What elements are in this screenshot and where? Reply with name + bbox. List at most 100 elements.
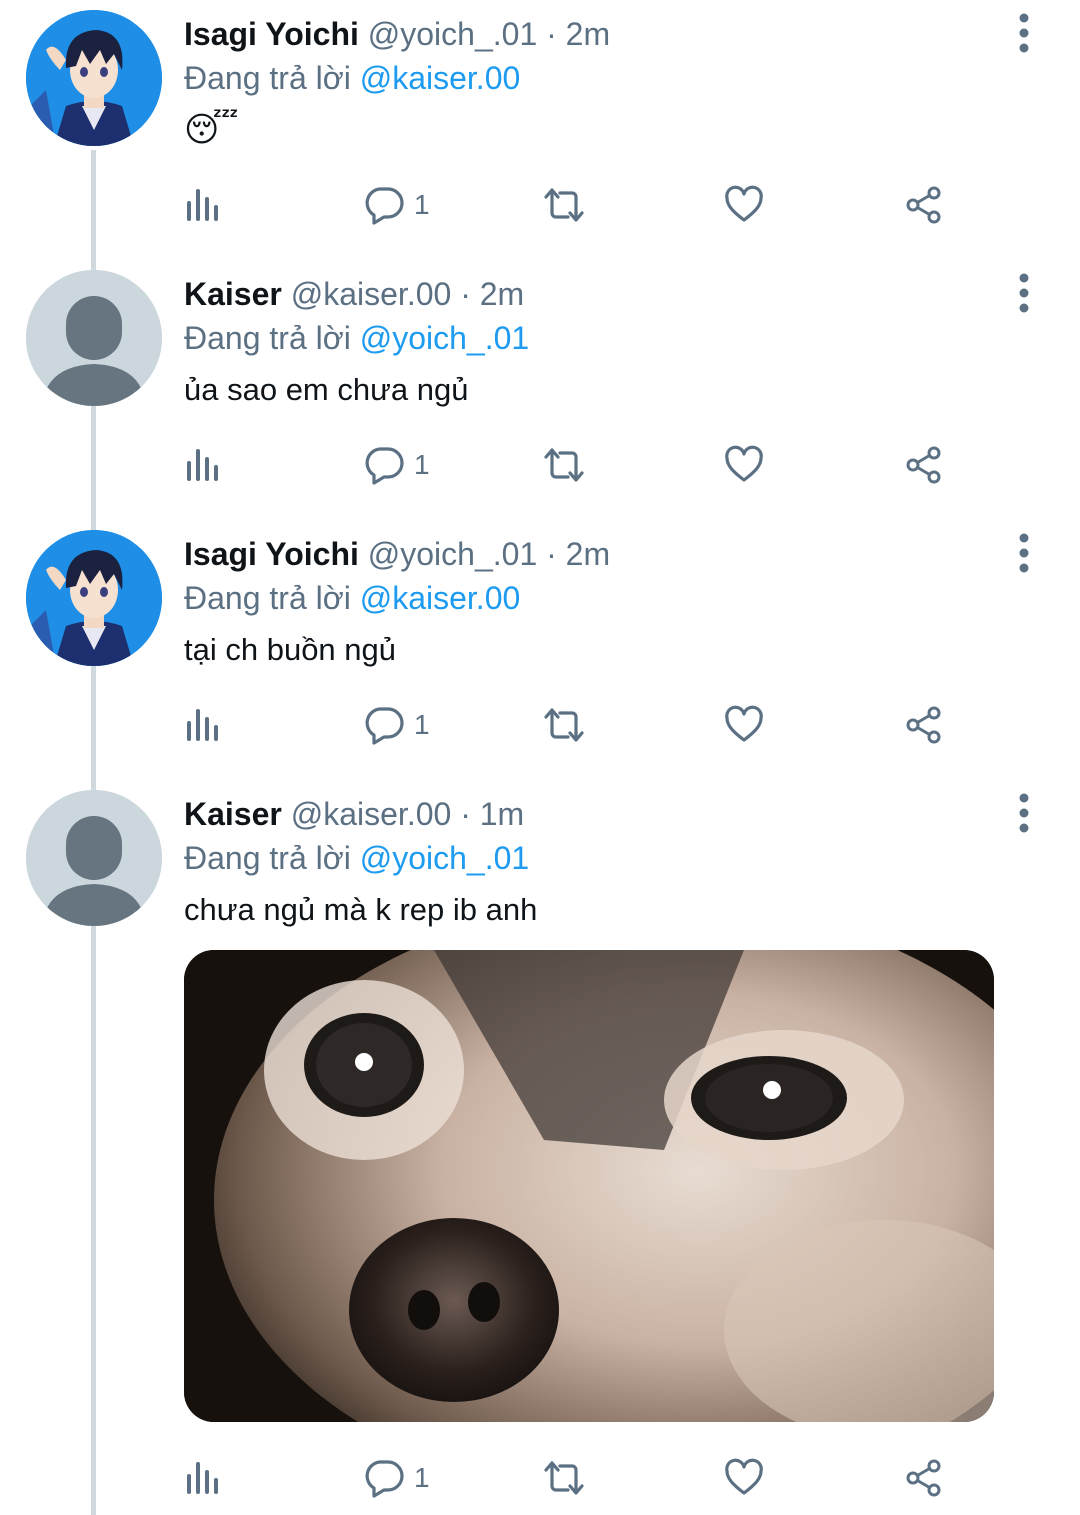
anime-boy-avatar-icon bbox=[26, 530, 162, 666]
tweet-header: Isagi Yoichi @yoich_.01 · 2m bbox=[184, 532, 610, 576]
default-avatar-icon bbox=[26, 790, 162, 926]
replying-to: Đang trả lời @yoich_.01 bbox=[184, 316, 529, 360]
like-button[interactable] bbox=[724, 440, 764, 490]
views-button[interactable] bbox=[184, 440, 220, 490]
share-button[interactable] bbox=[904, 700, 944, 750]
mention-link[interactable]: @kaiser.00 bbox=[360, 60, 521, 96]
mention-link[interactable]: @yoich_.01 bbox=[360, 840, 529, 876]
reply-button[interactable]: 1 bbox=[364, 1453, 430, 1503]
author-handle[interactable]: @kaiser.00 bbox=[291, 276, 452, 312]
share-button[interactable] bbox=[904, 1453, 944, 1503]
action-bar: 1 bbox=[184, 180, 964, 230]
views-icon bbox=[187, 1462, 218, 1494]
mention-link[interactable]: @kaiser.00 bbox=[360, 580, 521, 616]
views-button[interactable] bbox=[184, 700, 220, 750]
reply-button[interactable]: 1 bbox=[364, 440, 430, 490]
action-bar: 1 bbox=[184, 700, 964, 750]
replying-to-label: Đang trả lời bbox=[184, 840, 360, 876]
author-name[interactable]: Isagi Yoichi bbox=[184, 536, 359, 572]
action-bar: 1 bbox=[184, 440, 964, 490]
like-icon bbox=[725, 705, 763, 742]
share-icon bbox=[906, 1459, 941, 1497]
like-icon bbox=[725, 445, 763, 482]
separator-dot: · bbox=[460, 796, 471, 832]
views-button[interactable] bbox=[184, 180, 220, 230]
more-options-button[interactable] bbox=[1006, 8, 1042, 58]
share-button[interactable] bbox=[904, 180, 944, 230]
tweet-header: Kaiser @kaiser.00 · 1m bbox=[184, 792, 524, 836]
reply-count: 1 bbox=[414, 1462, 430, 1493]
avatar[interactable] bbox=[26, 790, 162, 926]
retweet-icon bbox=[544, 188, 584, 222]
tweet-media-image[interactable] bbox=[184, 950, 994, 1422]
tweet-text: ủa sao em chưa ngủ bbox=[184, 372, 469, 407]
more-options-button[interactable] bbox=[1006, 788, 1042, 838]
more-icon bbox=[1019, 793, 1029, 833]
retweet-icon bbox=[544, 708, 584, 742]
retweet-button[interactable] bbox=[540, 700, 588, 750]
like-button[interactable] bbox=[724, 180, 764, 230]
tweet-header: Kaiser @kaiser.00 · 2m bbox=[184, 272, 524, 316]
like-icon bbox=[725, 185, 763, 222]
tweet[interactable]: Kaiser @kaiser.00 · 1m Đang trả lời @yoi… bbox=[0, 780, 1080, 1515]
timestamp[interactable]: 2m bbox=[480, 276, 524, 312]
separator-dot: · bbox=[460, 276, 471, 312]
more-options-button[interactable] bbox=[1006, 268, 1042, 318]
more-icon bbox=[1019, 533, 1029, 573]
retweet-button[interactable] bbox=[540, 440, 588, 490]
mention-link[interactable]: @yoich_.01 bbox=[360, 320, 529, 356]
views-button[interactable] bbox=[184, 1453, 220, 1503]
anime-boy-avatar-icon bbox=[26, 10, 162, 146]
timestamp[interactable]: 2m bbox=[566, 16, 610, 52]
reply-count: 1 bbox=[414, 189, 430, 220]
reply-count: 1 bbox=[414, 449, 430, 480]
replying-to-label: Đang trả lời bbox=[184, 60, 360, 96]
tweet[interactable]: Isagi Yoichi @yoich_.01 · 2m Đang trả lờ… bbox=[0, 520, 1080, 780]
timestamp[interactable]: 2m bbox=[566, 536, 610, 572]
author-handle[interactable]: @kaiser.00 bbox=[291, 796, 452, 832]
more-icon bbox=[1019, 13, 1029, 53]
separator-dot: · bbox=[546, 536, 557, 572]
author-name[interactable]: Kaiser bbox=[184, 796, 282, 832]
author-name[interactable]: Isagi Yoichi bbox=[184, 16, 359, 52]
share-icon bbox=[906, 446, 941, 484]
tweet-text: tại ch buồn ngủ bbox=[184, 632, 397, 667]
views-icon bbox=[187, 189, 218, 221]
retweet-icon bbox=[544, 448, 584, 482]
replying-to-label: Đang trả lời bbox=[184, 580, 360, 616]
tweet-header: Isagi Yoichi @yoich_.01 · 2m bbox=[184, 12, 610, 56]
avatar[interactable] bbox=[26, 270, 162, 406]
action-bar: 1 bbox=[184, 1453, 964, 1503]
timestamp[interactable]: 1m bbox=[480, 796, 524, 832]
author-handle[interactable]: @yoich_.01 bbox=[368, 16, 537, 52]
reply-icon bbox=[365, 1460, 404, 1498]
avatar[interactable] bbox=[26, 530, 162, 666]
share-icon bbox=[906, 186, 941, 224]
avatar[interactable] bbox=[26, 10, 162, 146]
share-button[interactable] bbox=[904, 440, 944, 490]
like-button[interactable] bbox=[724, 1453, 764, 1503]
reply-icon bbox=[365, 447, 404, 485]
author-handle[interactable]: @yoich_.01 bbox=[368, 536, 537, 572]
default-avatar-icon bbox=[26, 270, 162, 406]
tweet[interactable]: Kaiser @kaiser.00 · 2m Đang trả lời @yoi… bbox=[0, 260, 1080, 520]
retweet-button[interactable] bbox=[540, 180, 588, 230]
share-icon bbox=[906, 706, 941, 744]
reply-button[interactable]: 1 bbox=[364, 180, 430, 230]
views-icon bbox=[187, 709, 218, 741]
reply-icon bbox=[365, 707, 404, 745]
author-name[interactable]: Kaiser bbox=[184, 276, 282, 312]
like-button[interactable] bbox=[724, 700, 764, 750]
retweet-button[interactable] bbox=[540, 1453, 588, 1503]
retweet-icon bbox=[544, 1461, 584, 1495]
reply-count: 1 bbox=[414, 709, 430, 740]
replying-to: Đang trả lời @kaiser.00 bbox=[184, 576, 520, 620]
tweet[interactable]: Isagi Yoichi @yoich_.01 · 2m Đang trả lờ… bbox=[0, 0, 1080, 260]
views-icon bbox=[187, 449, 218, 481]
separator-dot: · bbox=[546, 16, 557, 52]
like-icon bbox=[725, 1458, 763, 1495]
reply-button[interactable]: 1 bbox=[364, 700, 430, 750]
replying-to: Đang trả lời @yoich_.01 bbox=[184, 836, 529, 880]
more-options-button[interactable] bbox=[1006, 528, 1042, 578]
tweet-text: 😴 bbox=[184, 111, 239, 149]
